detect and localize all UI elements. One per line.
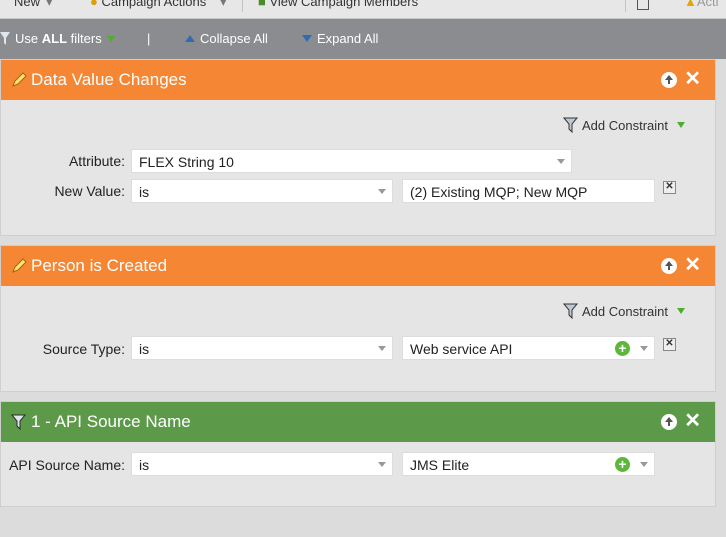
source-type-label: Source Type:: [42, 341, 125, 357]
panel-header: 1 - API Source Name ✕: [1, 402, 715, 442]
attribute-select[interactable]: FLEX String 10: [131, 149, 572, 173]
attribute-label: Attribute:: [68, 153, 125, 169]
campaign-actions-label: Campaign Actions: [101, 0, 207, 9]
collapse-all-label: Collapse All: [200, 31, 268, 46]
operator-value: is: [139, 457, 150, 473]
use-prefix: Use: [15, 31, 39, 46]
new-value-input[interactable]: (2) Existing MQP; New MQP: [402, 179, 655, 203]
arrow-up-circle-icon[interactable]: [661, 258, 677, 274]
toolbar-divider: [625, 0, 626, 12]
arrow-up-circle-icon[interactable]: [661, 414, 677, 430]
add-constraint-label: Add Constraint: [582, 303, 668, 319]
api-source-name-label: API Source Name:: [9, 457, 125, 473]
close-icon[interactable]: ✕: [684, 254, 701, 276]
close-icon[interactable]: ✕: [684, 68, 701, 90]
filter-bar: Use ALL filters | Collapse All Expand Al…: [0, 19, 726, 59]
lightning-pencil-icon: [12, 72, 27, 87]
view-campaign-members-button[interactable]: ■ View Campaign Members: [258, 0, 418, 9]
chevron-down-icon: [106, 35, 115, 42]
panel-title: Person is Created: [31, 256, 168, 275]
funnel-icon: [563, 303, 579, 319]
expand-all-button[interactable]: Expand All: [302, 31, 378, 46]
close-icon[interactable]: ✕: [684, 410, 701, 432]
funnel-icon: [563, 117, 579, 133]
operator-value: is: [139, 184, 150, 200]
source-type-value: Web service API: [410, 341, 513, 357]
filter-panel-api-source-name: 1 - API Source Name ✕ API Source Name: i…: [0, 401, 716, 507]
trigger-panel-person-is-created: Person is Created ✕ Add Constraint Sourc…: [0, 245, 716, 392]
chevron-down-icon: [557, 159, 565, 164]
filterbar-divider: |: [147, 31, 151, 46]
top-toolbar: New ▾ ● Campaign Actions ▾ ■ View Campai…: [0, 0, 726, 19]
panel-header: Person is Created ✕: [1, 246, 715, 286]
panel-title: Data Value Changes: [31, 70, 187, 89]
view-campaign-members-label: View Campaign Members: [269, 0, 419, 9]
operator-select[interactable]: is: [131, 336, 393, 360]
new-menu[interactable]: New: [14, 0, 40, 9]
collapse-all-button[interactable]: Collapse All: [185, 31, 268, 46]
operator-select[interactable]: is: [131, 179, 393, 203]
toolbar-divider: [242, 0, 243, 12]
trigger-panel-data-value-changes: Data Value Changes ✕ Add Constraint Attr…: [0, 59, 716, 236]
chevron-down-icon: [640, 462, 648, 467]
attribute-value: FLEX String 10: [139, 154, 234, 170]
use-suffix: filters: [70, 31, 102, 46]
api-source-name-select[interactable]: JMS Elite +: [402, 452, 655, 476]
window-icon[interactable]: [637, 0, 649, 10]
arrow-up-circle-icon[interactable]: [661, 72, 677, 88]
chevron-down-icon: [640, 346, 648, 351]
funnel-icon: [0, 31, 10, 45]
chevron-down-icon: [677, 122, 685, 128]
chevron-down-icon: [378, 462, 386, 467]
delete-box-icon[interactable]: ✕: [663, 338, 676, 351]
panel-title: 1 - API Source Name: [31, 412, 191, 431]
source-type-select[interactable]: Web service API +: [402, 336, 655, 360]
lightbulb-icon: ●: [90, 0, 98, 9]
plus-circle-icon[interactable]: +: [615, 341, 630, 356]
add-constraint-label: Add Constraint: [582, 117, 668, 133]
plus-circle-icon[interactable]: +: [615, 457, 630, 472]
panel-header: Data Value Changes ✕: [1, 60, 715, 100]
funnel-icon: [11, 414, 27, 430]
new-dropdown-icon[interactable]: ▾: [46, 0, 53, 10]
use-all-filters-dropdown[interactable]: Use ALL filters: [0, 31, 115, 46]
campaign-actions-dropdown-icon[interactable]: ▾: [220, 0, 227, 10]
chevron-down-icon: [378, 189, 386, 194]
lightning-pencil-icon: [12, 258, 27, 273]
expand-arrow-icon: [302, 35, 312, 42]
new-value-text: (2) Existing MQP; New MQP: [410, 184, 588, 200]
add-constraint-button[interactable]: Add Constraint: [563, 303, 685, 319]
chevron-down-icon: [677, 308, 685, 314]
people-icon: ■: [258, 0, 266, 9]
chevron-down-icon: [378, 346, 386, 351]
new-value-label: New Value:: [54, 183, 125, 199]
add-constraint-button[interactable]: Add Constraint: [563, 117, 685, 133]
warning-icon: ▲: [684, 0, 697, 9]
api-source-name-value: JMS Elite: [410, 457, 470, 473]
collapse-arrow-icon: [185, 35, 195, 42]
delete-box-icon[interactable]: ✕: [663, 181, 676, 194]
operator-value: is: [139, 341, 150, 357]
operator-select[interactable]: is: [131, 452, 393, 476]
use-all-strong: ALL: [41, 31, 68, 46]
campaign-actions-menu[interactable]: ● Campaign Actions: [90, 0, 206, 9]
activity-button[interactable]: ▲Acti: [684, 0, 719, 9]
activity-label: Acti: [696, 0, 719, 9]
expand-all-label: Expand All: [317, 31, 379, 46]
